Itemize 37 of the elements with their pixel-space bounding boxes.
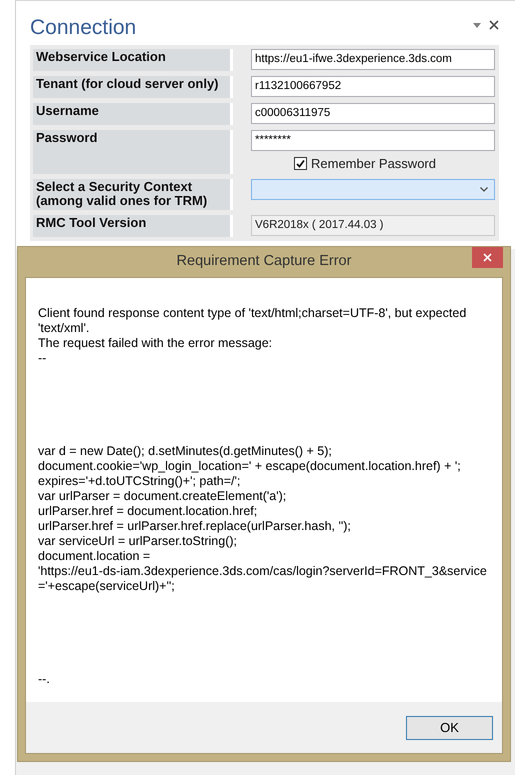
message-line: -- (38, 351, 46, 366)
close-icon[interactable] (489, 20, 499, 30)
message-line: The request failed with the error message: (38, 336, 272, 351)
message-line: Client found response content type of 'text/html;charset=UTF-8', but expected (38, 306, 466, 321)
close-button[interactable] (472, 247, 503, 268)
message-line: 'text/xml'. (38, 321, 90, 336)
ok-button[interactable]: OK (406, 716, 493, 740)
message-line: --. (38, 672, 50, 687)
field-label: Password (33, 130, 233, 174)
password-field[interactable]: ******** (251, 130, 495, 151)
field-label: Webservice Location (33, 49, 233, 71)
field-label: Tenant (for cloud server only) (33, 76, 233, 98)
message-line: var serviceUrl = urlParser.toString(); (38, 534, 238, 549)
checkbox-label: Remember Password (311, 155, 436, 173)
readonly-field: V6R2018x ( 2017.44.03 ) (251, 215, 495, 236)
input-field[interactable]: c00006311975 (251, 103, 495, 124)
input-field[interactable]: https://eu1-ifwe.3dexperience.3ds.com (251, 49, 495, 70)
close-icon (483, 253, 492, 262)
message-line: document.location = (38, 549, 150, 564)
message-line: document.cookie='wp_login_location=' + escape(document.location.href) + '; (38, 459, 461, 474)
dropdown-field[interactable] (251, 179, 495, 200)
message-line: urlParser.href = document.location.href; (38, 504, 258, 519)
checkbox[interactable] (294, 157, 307, 170)
message-line: expires='+d.toUTCString()+'; path=/'; (38, 474, 240, 489)
message-line: ='+escape(serviceUrl)+''; (38, 579, 175, 594)
dropdown-icon[interactable] (473, 22, 481, 28)
input-field[interactable]: r1132100667952 (251, 76, 495, 97)
message-line: var urlParser = document.createElement('a'); (38, 489, 286, 504)
field-label: Select a Security Context (among valid ones for TRM) (33, 179, 233, 210)
chevron-icon (480, 187, 488, 192)
panel-title: Connection (30, 15, 136, 41)
message-line: var d = new Date(); d.setMinutes(d.getMinutes() + 5); (38, 444, 332, 459)
message-line: 'https://eu1-ds-iam.3dexperience.3ds.com/cas/login?serverId=FRONT_3&service (38, 564, 487, 579)
dialog-title: Requirement Capture Error (176, 252, 352, 272)
field-label: RMC Tool Version (33, 215, 233, 237)
field-label: Username (33, 103, 233, 125)
message-line: urlParser.href = urlParser.href.replace(urlParser.hash, ''); (38, 519, 351, 534)
